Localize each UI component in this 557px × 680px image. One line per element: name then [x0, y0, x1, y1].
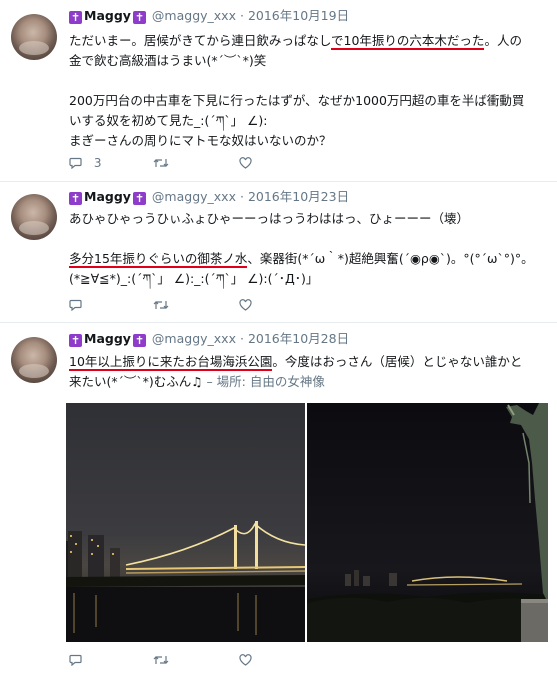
latin-cross-icon: ✝	[132, 11, 146, 24]
separator-dot: ·	[239, 8, 244, 23]
display-name[interactable]: Maggy	[84, 8, 131, 23]
tweet-text-line: (*≧∀≦*)_:(´ཀ`」 ∠):_:(´ཀ`」 ∠):(´･Д･)」	[69, 269, 547, 289]
tweet-2[interactable]: ✝ Maggy ✝ @maggy_xxx · 2016年10月23日 あひゃひゃっうひぃふ…	[0, 182, 557, 323]
retweet-button[interactable]	[153, 156, 239, 170]
user-handle[interactable]: @maggy_xxx	[152, 8, 236, 23]
text-segment: 来たい(*´︶`*)むふん♫	[69, 374, 203, 389]
tweet-text-line: 来たい(*´︶`*)むふん♫ – 場所: 自由の女神像	[69, 372, 547, 392]
tweet-date[interactable]: 2016年10月28日	[248, 331, 349, 346]
tweet-3[interactable]: ✝ Maggy ✝ @maggy_xxx · 2016年10月28日 10年以上振りに来た…	[0, 323, 557, 680]
latin-cross-icon: ✝	[69, 334, 82, 347]
reply-count: 3	[93, 155, 102, 170]
separator-dot: ·	[239, 331, 244, 346]
separator-dot: ·	[239, 189, 244, 204]
text-segment: 金で飲む高級酒はうまい(*´︶`*)笑	[69, 53, 267, 68]
retweet-button[interactable]	[153, 298, 239, 312]
heart-icon	[239, 299, 252, 311]
tweet-actions	[69, 652, 252, 668]
tweet-text: あひゃひゃっうひぃふょひゃーーっはっうわははっ、ひょーーー（壊） 多分15年振りぐ…	[69, 209, 547, 289]
retweet-button[interactable]	[153, 653, 239, 667]
tweet-text-line	[69, 71, 547, 91]
tweet-text-line: あひゃひゃっうひぃふょひゃーーっはっうわははっ、ひょーーー（壊）	[69, 209, 547, 229]
avatar[interactable]	[11, 14, 57, 60]
text-segment: まぎーさんの周りにマトモな奴はいないのか？	[69, 133, 332, 148]
tweet-text-line: 200万円台の中古車を下見に行ったはずが、なぜか1000万円超の車を半ば衝動買	[69, 91, 547, 111]
reply-icon	[69, 299, 82, 312]
tweet-text: 10年以上振りに来たお台場海浜公園。今度はおっさん（居候）とじゃない誰かと 来たい…	[69, 352, 547, 392]
avatar[interactable]	[11, 194, 57, 240]
photo-statue-of-liberty[interactable]	[307, 403, 548, 642]
reply-button[interactable]	[69, 298, 153, 312]
tweet-text: ただいまー。居候がきてから連日飲みっぱなしで10年振りの六本木だった。人の金で飲…	[69, 31, 547, 151]
display-name[interactable]: Maggy	[84, 331, 131, 346]
reply-icon	[69, 654, 82, 667]
text-segment: 、楽器街(*´ω｀*)超絶興奮(´◉ρ◉`)。°(°´ω`°)°。	[247, 251, 534, 266]
tweet-1[interactable]: ✝ Maggy ✝ @maggy_xxx · 2016年10月19日 ただいまー。居候がき…	[0, 0, 557, 182]
tweet-actions	[69, 297, 252, 313]
tweet-header: ✝ Maggy ✝ @maggy_xxx · 2016年10月23日	[69, 188, 349, 206]
tweet-date[interactable]: 2016年10月19日	[248, 8, 349, 23]
latin-cross-icon: ✝	[69, 11, 82, 24]
underlined-text: 多分15年振りぐらいの御茶ノ水	[69, 251, 248, 268]
heart-icon	[239, 157, 252, 169]
like-button[interactable]	[239, 653, 252, 667]
text-segment: (*≧∀≦*)_:(´ཀ`」 ∠):_:(´ཀ`」 ∠):(´･Д･)」	[69, 271, 319, 286]
user-handle[interactable]: @maggy_xxx	[152, 331, 236, 346]
photo-rainbow-bridge[interactable]	[66, 403, 305, 642]
tweet-date[interactable]: 2016年10月23日	[248, 189, 349, 204]
underlined-text: で10年振りの六本木だった	[331, 33, 485, 50]
tweet-text-line: いする奴を初めて見た_:(´ཀ`」 ∠):	[69, 111, 547, 131]
text-segment: 。人の	[484, 33, 522, 48]
tweet-text-line: まぎーさんの周りにマトモな奴はいないのか？	[69, 131, 547, 151]
reply-button[interactable]	[69, 653, 153, 667]
avatar[interactable]	[11, 337, 57, 383]
tweet-header: ✝ Maggy ✝ @maggy_xxx · 2016年10月28日	[69, 330, 349, 348]
statue-of-liberty-night-image	[307, 403, 548, 642]
latin-cross-icon: ✝	[69, 192, 82, 205]
text-segment: ただいまー。居候がきてから連日飲みっぱなし	[69, 33, 332, 48]
like-button[interactable]	[239, 156, 252, 170]
tweet-text-line	[69, 229, 547, 249]
tweet-text-line: 10年以上振りに来たお台場海浜公園。今度はおっさん（居候）とじゃない誰かと	[69, 352, 547, 372]
location-link[interactable]: – 場所: 自由の女神像	[202, 374, 324, 389]
tweet-header: ✝ Maggy ✝ @maggy_xxx · 2016年10月19日	[69, 7, 349, 25]
retweet-icon	[153, 656, 169, 664]
tweet-text-line: 多分15年振りぐらいの御茶ノ水、楽器街(*´ω｀*)超絶興奮(´◉ρ◉`)。°(…	[69, 249, 547, 269]
text-segment: いする奴を初めて見た_:(´ཀ`」 ∠):	[69, 113, 268, 128]
user-handle[interactable]: @maggy_xxx	[152, 189, 236, 204]
tweet-text-line: 金で飲む高級酒はうまい(*´︶`*)笑	[69, 51, 547, 71]
underlined-text: 10年以上振りに来たお台場海浜公園	[69, 354, 273, 371]
retweet-icon	[153, 159, 169, 167]
text-segment: 。今度はおっさん（居候）とじゃない誰かと	[272, 354, 523, 369]
latin-cross-icon: ✝	[132, 334, 146, 347]
tweet-text-line: ただいまー。居候がきてから連日飲みっぱなしで10年振りの六本木だった。人の	[69, 31, 547, 51]
heart-icon	[239, 654, 252, 666]
like-button[interactable]	[239, 298, 252, 312]
display-name[interactable]: Maggy	[84, 189, 131, 204]
rainbow-bridge-night-image	[66, 403, 305, 642]
reply-button[interactable]: 3	[69, 156, 153, 170]
latin-cross-icon: ✝	[132, 192, 146, 205]
reply-icon	[69, 157, 82, 170]
text-segment: あひゃひゃっうひぃふょひゃーーっはっうわははっ、ひょーーー（壊）	[69, 211, 470, 226]
tweet-actions: 3	[69, 155, 252, 171]
text-segment: 200万円台の中古車を下見に行ったはずが、なぜか1000万円超の車を半ば衝動買	[69, 93, 525, 108]
retweet-icon	[153, 301, 169, 309]
